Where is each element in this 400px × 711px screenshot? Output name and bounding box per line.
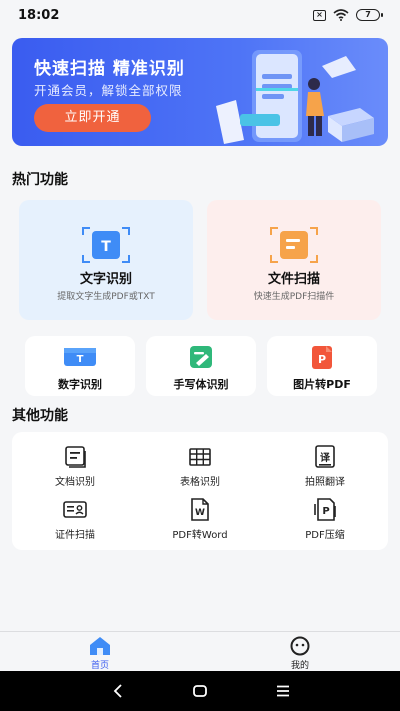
svg-text:P: P bbox=[322, 506, 329, 517]
svg-text:W: W bbox=[195, 508, 205, 518]
document-recognition-item[interactable]: 文档识别 bbox=[20, 445, 130, 495]
svg-text:P: P bbox=[318, 353, 326, 366]
id-scan-item[interactable]: 证件扫描 bbox=[20, 498, 130, 548]
text-recognition-card[interactable]: T 文字识别 提取文字生成PDF或TXT bbox=[19, 200, 193, 320]
image-to-pdf-label: 图片转PDF bbox=[293, 378, 351, 391]
pdf-compress-icon: P bbox=[314, 498, 336, 521]
pdf-to-word-icon: W bbox=[191, 498, 209, 521]
pdf-to-word-item[interactable]: W PDF转Word bbox=[145, 498, 255, 548]
text-recognition-subtitle: 提取文字生成PDF或TXT bbox=[57, 292, 155, 302]
photo-translate-label: 拍照翻译 bbox=[305, 477, 345, 488]
tab-profile-label: 我的 bbox=[290, 661, 309, 671]
handwriting-card[interactable]: 手写体识别 bbox=[146, 336, 256, 396]
photo-translate-item[interactable]: 译 拍照翻译 bbox=[270, 445, 380, 495]
other-features-panel: 文档识别 表格识别 译 拍照翻译 证件扫描 W PDF转Word P PDF压缩 bbox=[12, 432, 388, 550]
home-button-icon[interactable] bbox=[190, 681, 210, 701]
number-recognition-icon: T bbox=[64, 348, 96, 366]
profile-icon bbox=[290, 636, 310, 656]
notification-icon: × bbox=[313, 9, 326, 21]
image-to-pdf-card[interactable]: P 图片转PDF bbox=[267, 336, 377, 396]
back-icon[interactable] bbox=[108, 681, 128, 701]
pdf-compress-item[interactable]: P PDF压缩 bbox=[270, 498, 380, 548]
id-scan-label: 证件扫描 bbox=[55, 530, 95, 541]
image-to-pdf-icon: P bbox=[312, 346, 332, 369]
text-recognition-icon: T bbox=[82, 227, 130, 263]
svg-text:T: T bbox=[101, 239, 111, 255]
table-recognition-label: 表格识别 bbox=[180, 477, 220, 488]
scanning-illustration bbox=[216, 50, 374, 144]
text-recognition-title: 文字识别 bbox=[79, 272, 132, 287]
tab-profile[interactable]: 我的 bbox=[270, 636, 330, 671]
hot-features-title: 热门功能 bbox=[12, 172, 68, 188]
number-recognition-label: 数字识别 bbox=[58, 378, 102, 391]
battery-icon: 7 bbox=[356, 9, 383, 21]
table-icon bbox=[189, 448, 211, 466]
recent-apps-icon[interactable] bbox=[273, 681, 293, 701]
home-icon bbox=[90, 637, 110, 655]
document-icon bbox=[65, 446, 86, 468]
membership-banner[interactable]: 快速扫描 精准识别 开通会员，解锁全部权限 立即开通 bbox=[12, 38, 388, 146]
document-scan-title: 文件扫描 bbox=[267, 272, 320, 287]
bottom-tab-bar: 首页 我的 bbox=[0, 631, 400, 671]
pdf-compress-label: PDF压缩 bbox=[305, 530, 345, 541]
id-card-icon bbox=[63, 501, 87, 518]
translate-icon: 译 bbox=[315, 445, 335, 468]
banner-subtitle: 开通会员，解锁全部权限 bbox=[34, 83, 183, 98]
table-recognition-item[interactable]: 表格识别 bbox=[145, 445, 255, 495]
tab-home[interactable]: 首页 bbox=[70, 636, 130, 671]
number-recognition-card[interactable]: T 数字识别 bbox=[25, 336, 135, 396]
document-scan-card[interactable]: 文件扫描 快速生成PDF扫描件 bbox=[207, 200, 381, 320]
document-scan-subtitle: 快速生成PDF扫描件 bbox=[253, 292, 335, 302]
wifi-icon bbox=[333, 9, 349, 21]
status-time: 18:02 bbox=[18, 7, 60, 23]
activate-membership-button[interactable]: 立即开通 bbox=[34, 104, 151, 132]
svg-text:T: T bbox=[77, 354, 84, 365]
document-scan-icon bbox=[270, 227, 318, 263]
handwriting-label: 手写体识别 bbox=[173, 378, 229, 391]
handwriting-icon bbox=[190, 346, 212, 368]
banner-title: 快速扫描 精准识别 bbox=[34, 59, 185, 79]
svg-text:译: 译 bbox=[320, 451, 331, 464]
system-navigation-bar bbox=[0, 671, 400, 711]
tab-home-label: 首页 bbox=[90, 661, 109, 671]
other-features-title: 其他功能 bbox=[12, 408, 68, 424]
document-recognition-label: 文档识别 bbox=[55, 477, 95, 488]
pdf-to-word-label: PDF转Word bbox=[172, 530, 228, 541]
status-icons: × 7 bbox=[313, 9, 383, 21]
status-bar: 18:02 × 7 bbox=[0, 0, 400, 30]
